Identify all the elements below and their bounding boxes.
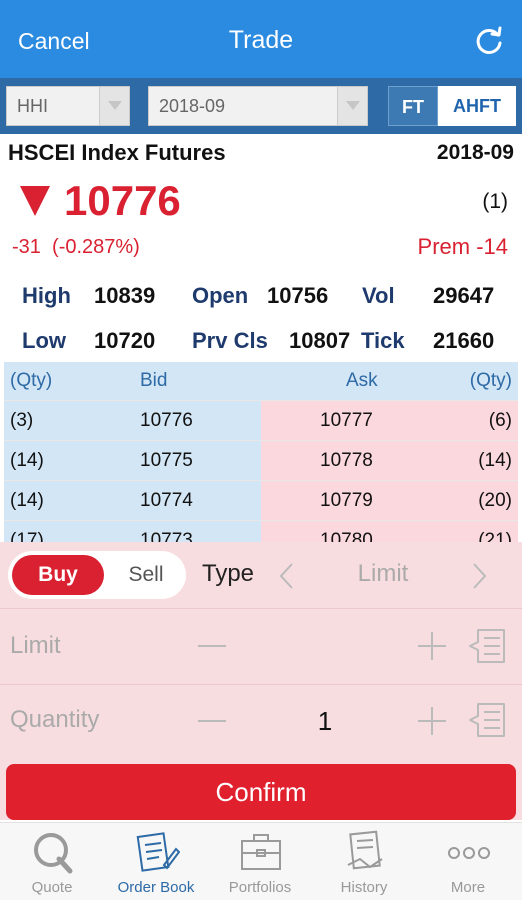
product-select-value: HHI	[17, 96, 48, 116]
table-row[interactable]: (14) 10775 10778 (14)	[4, 440, 518, 481]
low-label: Low	[22, 328, 66, 353]
bid-cell: 10775	[140, 450, 193, 471]
bid-qty-cell: (3)	[10, 410, 34, 431]
premium: Prem -14	[417, 234, 508, 259]
down-arrow-icon	[20, 186, 50, 216]
buy-button[interactable]: Buy	[12, 555, 104, 595]
instrument-name: HSCEI Index Futures	[8, 140, 226, 165]
ask-qty-header: (Qty)	[469, 370, 512, 391]
open-value: 10756	[267, 283, 329, 308]
tick-value: 21660	[433, 328, 495, 353]
ask-qty-cell: (21)	[478, 530, 512, 542]
low-value: 10720	[94, 328, 156, 353]
bid-qty-cell: (14)	[10, 490, 44, 511]
tab-label: Order Book	[117, 879, 195, 896]
ask-qty-cell: (14)	[478, 450, 512, 471]
ask-header: Ask	[346, 370, 378, 391]
month-select[interactable]: 2018-09	[148, 86, 368, 126]
tick-label: Tick	[361, 328, 405, 353]
order-book-icon	[136, 832, 180, 872]
limit-minus-button[interactable]	[198, 645, 226, 647]
month-select-value: 2018-09	[159, 96, 226, 116]
nav-header: Cancel Trade	[0, 0, 522, 78]
ask-cell: 10779	[320, 490, 373, 511]
more-icon	[448, 847, 490, 859]
type-label: Type	[202, 560, 255, 587]
briefcase-icon	[241, 834, 281, 870]
bid-header: Bid	[140, 370, 168, 391]
list-picker-icon[interactable]	[468, 626, 508, 666]
sell-button[interactable]: Sell	[108, 555, 184, 595]
price-count: (1)	[482, 190, 508, 213]
open-label: Open	[192, 283, 249, 308]
limit-plus-button[interactable]	[418, 632, 446, 660]
instrument-month: 2018-09	[436, 141, 514, 164]
page-title: Trade	[228, 26, 294, 54]
refresh-icon[interactable]	[474, 26, 504, 56]
change-percent: (-0.287%)	[52, 236, 140, 258]
chevron-left-icon[interactable]	[278, 562, 294, 590]
high-label: High	[22, 283, 71, 308]
bid-qty-cell: (14)	[10, 450, 44, 471]
tab-bar: Quote Order Book Portfolios History More	[0, 822, 522, 900]
product-select[interactable]: HHI	[6, 86, 130, 126]
bid-qty-cell: (17)	[10, 530, 44, 542]
ask-cell: 10777	[320, 410, 373, 431]
tab-label: Quote	[31, 879, 73, 896]
tab-order-book[interactable]: Order Book	[104, 823, 208, 900]
bid-qty-header: (Qty)	[10, 370, 53, 391]
table-row[interactable]: (14) 10774 10779 (20)	[4, 480, 518, 521]
order-book-header: (Qty) Bid Ask (Qty)	[4, 362, 518, 400]
order-type-value: Limit	[357, 560, 409, 587]
vol-label: Vol	[362, 283, 395, 308]
tab-history[interactable]: History	[312, 823, 416, 900]
tab-more[interactable]: More	[416, 823, 520, 900]
bid-cell: 10776	[140, 410, 193, 431]
chevron-right-icon[interactable]	[472, 562, 488, 590]
ask-cell: 10778	[320, 450, 373, 471]
bid-cell-bg	[4, 401, 261, 441]
prev-close-label: Prv Cls	[192, 328, 268, 353]
tab-label: More	[450, 879, 486, 896]
chevron-down-icon	[337, 87, 367, 125]
quantity-value[interactable]: 1	[300, 706, 350, 737]
quantity-plus-button[interactable]	[418, 707, 446, 735]
ahft-segment[interactable]: AHFT	[438, 86, 516, 126]
price-change: -31 (-0.287%)	[12, 236, 140, 259]
ft-segment[interactable]: FT	[388, 86, 438, 126]
vol-value: 29647	[433, 283, 495, 308]
change-value: -31	[12, 236, 41, 258]
table-row[interactable]: (3) 10776 10777 (6)	[4, 400, 518, 441]
ask-cell: 10780	[320, 530, 373, 542]
ask-qty-cell: (20)	[478, 490, 512, 511]
tab-label: History	[340, 879, 388, 896]
last-price: 10776	[64, 177, 181, 224]
prev-close-value: 10807	[289, 328, 351, 353]
ask-cell-bg	[261, 401, 518, 441]
bid-cell: 10774	[140, 490, 193, 511]
buy-sell-toggle: Buy Sell	[8, 551, 186, 599]
selector-bar: HHI 2018-09 FT AHFT	[0, 78, 522, 134]
tab-label: Portfolios	[228, 879, 292, 896]
table-row[interactable]: (17) 10773 10780 (21)	[4, 520, 518, 542]
quote-icon	[34, 833, 73, 874]
tab-quote[interactable]: Quote	[0, 823, 104, 900]
history-icon	[347, 830, 383, 870]
chevron-down-icon	[99, 87, 129, 125]
ask-qty-cell: (6)	[488, 410, 512, 431]
list-picker-icon[interactable]	[468, 700, 508, 740]
bid-cell: 10773	[140, 530, 193, 542]
tab-portfolios[interactable]: Portfolios	[208, 823, 312, 900]
limit-label: Limit	[10, 632, 61, 659]
confirm-button[interactable]: Confirm	[6, 764, 516, 820]
divider	[0, 608, 522, 609]
order-book-table: (Qty) Bid Ask (Qty) (3) 10776 10777 (6) …	[4, 362, 518, 542]
divider	[0, 684, 522, 685]
quantity-label: Quantity	[10, 706, 100, 733]
high-value: 10839	[94, 283, 156, 308]
quantity-minus-button[interactable]	[198, 720, 226, 722]
